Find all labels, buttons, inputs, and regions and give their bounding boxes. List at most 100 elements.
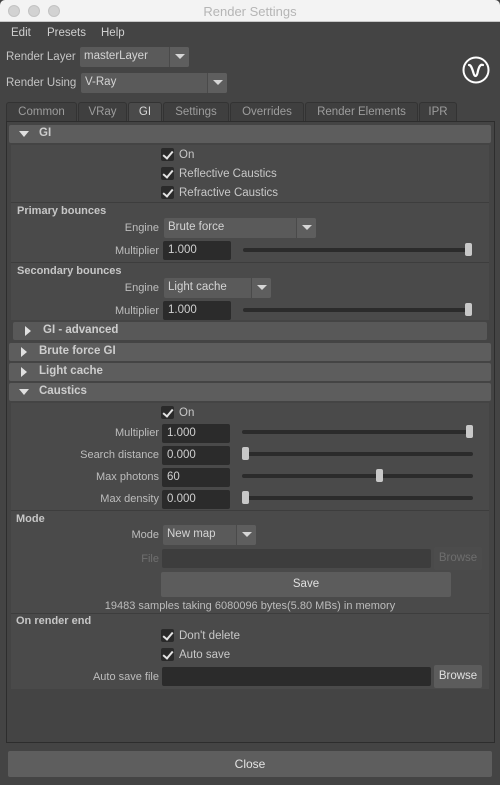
tab-render-elements[interactable]: Render Elements xyxy=(305,102,418,122)
dont-delete-checkbox[interactable] xyxy=(161,629,174,642)
triangle-right-icon xyxy=(21,367,27,377)
field-value: 0.000 xyxy=(167,449,196,461)
primary-multiplier-slider[interactable] xyxy=(243,243,472,256)
tab-bar: Common VRay GI Settings Overrides Render… xyxy=(6,102,494,123)
section-caustics-header[interactable]: Caustics xyxy=(9,383,491,401)
field-value: 1.000 xyxy=(168,304,197,316)
render-layer-dropdown[interactable]: masterLayer xyxy=(80,47,189,67)
slider-thumb[interactable] xyxy=(466,425,473,438)
mode-header: Mode xyxy=(16,513,45,525)
reflective-caustics-checkbox[interactable] xyxy=(161,167,174,180)
triangle-right-icon xyxy=(21,347,27,357)
max-density-label: Max density xyxy=(100,493,159,505)
refractive-caustics-label: Refractive Caustics xyxy=(179,187,279,199)
secondary-engine-value: Light cache xyxy=(168,281,227,293)
primary-multiplier-field[interactable]: 1.000 xyxy=(163,241,231,260)
close-button[interactable]: Close xyxy=(8,751,492,777)
render-layer-label: Render Layer xyxy=(6,51,76,63)
caustics-multiplier-slider[interactable] xyxy=(242,425,473,438)
file-label: File xyxy=(141,553,159,565)
caustics-multiplier-label: Multiplier xyxy=(114,427,159,439)
primary-bounces-header: Primary bounces xyxy=(17,205,107,217)
divider xyxy=(11,202,489,203)
max-photons-label: Max photons xyxy=(96,471,159,483)
max-density-slider[interactable] xyxy=(242,491,473,504)
mode-label: Mode xyxy=(131,529,159,541)
section-title: GI - advanced xyxy=(43,324,119,336)
on-render-end-header: On render end xyxy=(16,615,92,627)
caustics-on-checkbox[interactable] xyxy=(161,406,174,419)
mode-value: New map xyxy=(167,528,216,540)
render-using-label: Render Using xyxy=(6,77,77,89)
max-density-field[interactable]: 0.000 xyxy=(162,490,230,509)
section-title: Light cache xyxy=(39,365,103,377)
window-title: Render Settings xyxy=(203,4,297,19)
gi-on-checkbox[interactable] xyxy=(161,148,174,161)
max-photons-field[interactable]: 60 xyxy=(162,468,230,487)
section-title: Brute force GI xyxy=(39,345,116,357)
tab-ipr[interactable]: IPR xyxy=(419,102,457,122)
divider xyxy=(11,262,489,263)
render-using-dropdown[interactable]: V-Ray xyxy=(81,73,227,93)
slider-thumb[interactable] xyxy=(465,243,472,256)
auto-save-browse-button[interactable]: Browse xyxy=(434,665,482,688)
menu-presets[interactable]: Presets xyxy=(47,27,86,39)
caustics-multiplier-field[interactable]: 1.000 xyxy=(162,424,230,443)
auto-save-file-input[interactable] xyxy=(162,667,431,686)
max-photons-slider[interactable] xyxy=(242,469,473,482)
search-distance-slider[interactable] xyxy=(242,447,473,460)
secondary-engine-label: Engine xyxy=(124,282,159,294)
search-distance-label: Search distance xyxy=(80,449,159,461)
file-browse-button[interactable]: Browse xyxy=(434,547,482,570)
slider-thumb[interactable] xyxy=(242,491,249,504)
vray-logo-icon xyxy=(462,56,490,84)
menu-edit[interactable]: Edit xyxy=(11,27,31,39)
section-brute-force-gi-header[interactable]: Brute force GI xyxy=(9,343,491,361)
field-value: 60 xyxy=(167,471,180,483)
divider xyxy=(11,613,489,614)
caustics-memory-info: 19483 samples taking 6080096 bytes(5.80 … xyxy=(104,600,396,612)
section-gi-header[interactable]: GI xyxy=(9,125,491,143)
gi-on-label: On xyxy=(179,149,195,161)
secondary-multiplier-field[interactable]: 1.000 xyxy=(163,301,231,320)
secondary-multiplier-slider[interactable] xyxy=(243,303,472,316)
tab-gi[interactable]: GI xyxy=(128,102,162,123)
reflective-caustics-label: Reflective Caustics xyxy=(179,168,277,180)
triangle-right-icon xyxy=(25,326,31,336)
triangle-down-icon xyxy=(19,131,29,137)
section-light-cache-header[interactable]: Light cache xyxy=(9,363,491,381)
secondary-engine-dropdown[interactable]: Light cache xyxy=(164,278,271,298)
title-bar: Render Settings xyxy=(0,0,500,22)
slider-thumb[interactable] xyxy=(376,469,383,482)
tab-common[interactable]: Common xyxy=(6,102,77,122)
triangle-down-icon xyxy=(19,389,29,395)
tab-settings[interactable]: Settings xyxy=(163,102,229,122)
render-layer-value: masterLayer xyxy=(84,50,148,62)
auto-save-checkbox[interactable] xyxy=(161,648,174,661)
chevron-down-icon xyxy=(251,278,271,298)
mode-dropdown[interactable]: New map xyxy=(163,525,256,545)
chevron-down-icon xyxy=(169,47,189,67)
field-value: 0.000 xyxy=(167,493,196,505)
menu-help[interactable]: Help xyxy=(101,27,125,39)
primary-multiplier-label: Multiplier xyxy=(114,245,159,257)
tab-overrides[interactable]: Overrides xyxy=(230,102,304,122)
field-value: 1.000 xyxy=(168,244,197,256)
refractive-caustics-checkbox[interactable] xyxy=(161,186,174,199)
field-value: 1.000 xyxy=(167,427,196,439)
chevron-down-icon xyxy=(236,525,256,545)
caustics-on-label: On xyxy=(179,407,195,419)
search-distance-field[interactable]: 0.000 xyxy=(162,446,230,465)
dont-delete-label: Don't delete xyxy=(179,630,241,642)
file-input[interactable] xyxy=(162,549,431,568)
render-using-value: V-Ray xyxy=(85,76,117,88)
primary-engine-dropdown[interactable]: Brute force xyxy=(164,218,316,238)
tab-vray[interactable]: VRay xyxy=(78,102,127,122)
caustics-section-body xyxy=(11,403,489,689)
save-button[interactable]: Save xyxy=(161,572,451,597)
slider-thumb[interactable] xyxy=(465,303,472,316)
section-gi-advanced-header[interactable]: GI - advanced xyxy=(13,322,487,340)
chevron-down-icon xyxy=(296,218,316,238)
slider-thumb[interactable] xyxy=(242,447,249,460)
auto-save-file-label: Auto save file xyxy=(92,671,159,683)
